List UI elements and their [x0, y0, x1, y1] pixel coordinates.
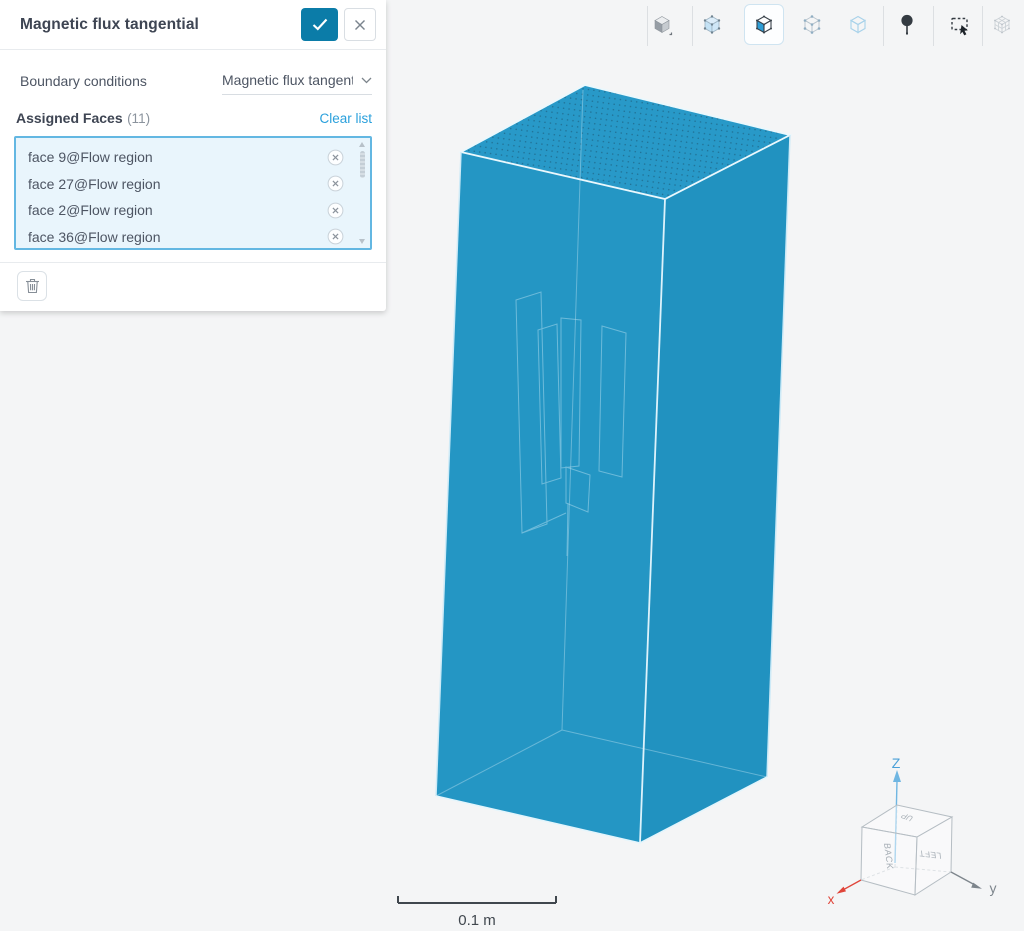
select-edges-button[interactable] — [798, 5, 826, 45]
face-item-label: face 2@Flow region — [28, 202, 153, 218]
box-select-button[interactable] — [946, 5, 974, 45]
delete-button[interactable] — [17, 271, 47, 301]
render-mode-button[interactable] — [648, 5, 676, 45]
axis-x: x — [828, 880, 861, 907]
toolbar-divider — [933, 6, 934, 46]
clear-list-link[interactable]: Clear list — [319, 111, 372, 126]
scroll-up-icon[interactable] — [359, 142, 365, 147]
scroll-down-icon[interactable] — [359, 239, 365, 244]
scrollbar-thumb[interactable] — [360, 151, 365, 178]
select-volumes-cube-icon — [700, 13, 724, 37]
close-icon — [354, 19, 366, 31]
remove-face-button[interactable] — [327, 202, 344, 219]
boundary-conditions-label: Boundary conditions — [20, 70, 147, 89]
axis-x-label: x — [828, 892, 835, 907]
probe-point-icon — [895, 13, 919, 37]
toolbar-divider — [982, 6, 983, 46]
axis-y: y — [951, 872, 997, 896]
render-mode-cube-icon — [650, 13, 674, 37]
toolbar-divider — [883, 6, 884, 46]
remove-face-button[interactable] — [327, 149, 344, 166]
mesh-view-button[interactable] — [988, 5, 1016, 45]
trash-icon — [25, 278, 40, 294]
assigned-faces-list[interactable]: face 9@Flow region face 27@Flow region f… — [14, 136, 372, 250]
scale-bar: 0.1 m — [398, 896, 556, 929]
chevron-down-icon — [361, 77, 372, 84]
assigned-faces-label: Assigned Faces — [16, 110, 123, 126]
apply-button[interactable] — [301, 8, 338, 41]
assigned-faces-heading: Assigned Faces (11) — [16, 110, 150, 128]
orientation-cube[interactable]: Z BACK LEFT UP x y — [828, 755, 997, 907]
remove-face-button[interactable] — [327, 175, 344, 192]
panel-footer — [0, 262, 386, 311]
face-list-item: face 27@Flow region — [16, 171, 370, 198]
mesh-cube-icon — [990, 13, 1014, 37]
model-face-left[interactable] — [436, 152, 665, 843]
boundary-condition-panel: Magnetic flux tangential Boundary condit… — [0, 0, 386, 311]
probe-point-button[interactable] — [893, 5, 921, 45]
boundary-condition-dropdown[interactable]: Magnetic flux tangential — [222, 70, 372, 95]
check-icon — [312, 18, 328, 31]
select-faces-button[interactable] — [744, 4, 784, 45]
box-select-icon — [948, 13, 972, 37]
axis-z-label: Z — [892, 755, 901, 771]
face-item-label: face 27@Flow region — [28, 176, 161, 192]
flow-region-model[interactable] — [436, 85, 790, 843]
select-edges-cube-icon — [800, 13, 824, 37]
assigned-faces-count: (11) — [127, 111, 150, 126]
axis-y-label: y — [990, 880, 997, 896]
face-list-item: face 36@Flow region — [16, 224, 370, 251]
face-item-label: face 36@Flow region — [28, 229, 161, 245]
face-item-label: face 9@Flow region — [28, 149, 153, 165]
face-list-item: face 2@Flow region — [16, 197, 370, 224]
wireframe-cube-icon — [846, 13, 870, 37]
close-button[interactable] — [344, 8, 376, 41]
wireframe-button[interactable] — [844, 5, 872, 45]
face-list-item: face 9@Flow region — [16, 144, 370, 171]
panel-header: Magnetic flux tangential — [0, 0, 386, 50]
select-volumes-button[interactable] — [698, 5, 726, 45]
scale-bar-label: 0.1 m — [458, 912, 496, 929]
face-list-scrollbar[interactable] — [357, 141, 367, 245]
toolbar-divider — [692, 6, 693, 46]
select-faces-cube-icon — [752, 13, 776, 37]
remove-face-button[interactable] — [327, 228, 344, 245]
panel-title: Magnetic flux tangential — [20, 16, 199, 34]
dropdown-value: Magnetic flux tangential — [222, 72, 353, 88]
